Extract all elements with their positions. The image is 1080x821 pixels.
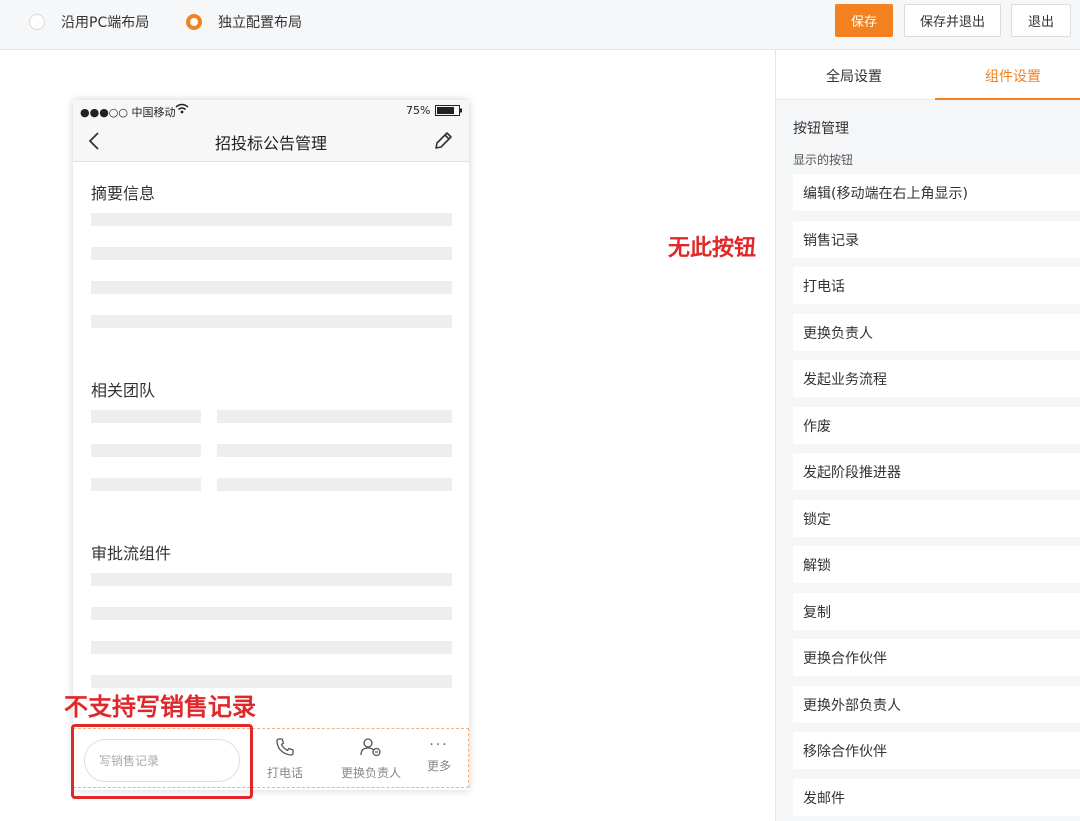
carrier-text: ●●●○○ 中国移动: [80, 106, 176, 119]
skeleton-line: [91, 607, 452, 620]
button-list-item[interactable]: 复制: [793, 593, 1080, 630]
exit-button[interactable]: 退出: [1011, 4, 1071, 37]
tab-component-settings[interactable]: 组件设置: [985, 66, 1041, 86]
save-button[interactable]: 保存: [835, 4, 893, 37]
skeleton-line: [91, 573, 452, 586]
settings-panel: 全局设置 组件设置 按钮管理 显示的按钮 编辑(移动端在右上角显示) 销售记录打电…: [775, 50, 1080, 821]
radio-checked-icon: [186, 14, 202, 30]
skeleton-line: [91, 247, 452, 260]
save-and-exit-button[interactable]: 保存并退出: [904, 4, 1001, 37]
section-title-approval: 审批流组件: [91, 544, 172, 563]
annotation-no-button: 无此按钮: [668, 236, 757, 261]
radio-use-pc-layout[interactable]: 沿用PC端布局: [29, 12, 149, 32]
shown-buttons-label: 显示的按钮: [793, 153, 854, 167]
action-label: 更多: [427, 759, 452, 773]
button-list-item[interactable]: 发起业务流程: [793, 360, 1080, 397]
radio-label: 沿用PC端布局: [61, 15, 150, 31]
action-label: 更换负责人: [341, 766, 402, 780]
skeleton-line: [91, 410, 201, 423]
page-title: 招投标公告管理: [214, 134, 327, 153]
button-list-item[interactable]: 编辑(移动端在右上角显示): [793, 174, 1080, 211]
battery-text: 75%: [406, 104, 431, 117]
skeleton-line: [91, 315, 452, 328]
radio-independent-layout[interactable]: 独立配置布局: [186, 12, 302, 32]
action-change-owner[interactable]: 更换负责人: [341, 737, 401, 781]
action-more[interactable]: ··· 更多: [427, 737, 451, 774]
button-list-item[interactable]: 销售记录: [793, 221, 1080, 258]
skeleton-line: [91, 641, 452, 654]
status-bar: ●●●○○ 中国移动 75%: [73, 100, 469, 122]
button-list-item[interactable]: 锁定: [793, 500, 1080, 537]
panel-tabs: 全局设置 组件设置: [776, 50, 1080, 100]
change-owner-icon: [360, 737, 382, 764]
wifi-icon: [175, 103, 189, 117]
skeleton-line: [91, 213, 452, 226]
action-label: 打电话: [267, 766, 304, 780]
button-list-item[interactable]: 发起阶段推进器: [793, 453, 1080, 490]
skeleton-line: [217, 410, 452, 423]
button-list-item[interactable]: 更换外部负责人: [793, 686, 1080, 723]
action-call[interactable]: 打电话: [267, 737, 303, 781]
button-list-item[interactable]: 打电话: [793, 267, 1080, 304]
phone-icon: [275, 737, 295, 764]
button-list-item[interactable]: 发邮件: [793, 779, 1080, 816]
top-toolbar: 沿用PC端布局 独立配置布局 保存 保存并退出 退出: [0, 0, 1080, 50]
nav-bar: 招投标公告管理: [73, 122, 469, 162]
section-title-summary: 摘要信息: [91, 184, 156, 203]
section-title-team: 相关团队: [91, 381, 156, 400]
edit-pencil-icon[interactable]: [432, 130, 454, 156]
button-list-item[interactable]: 移除合作伙伴: [793, 732, 1080, 769]
button-management-heading: 按钮管理: [793, 121, 849, 137]
skeleton-line: [91, 281, 452, 294]
annotation-not-supported: 不支持写销售记录: [64, 693, 256, 721]
skeleton-line: [91, 478, 201, 491]
radio-label: 独立配置布局: [218, 15, 302, 31]
tab-global-settings[interactable]: 全局设置: [826, 66, 882, 86]
more-icon: ···: [429, 737, 449, 753]
radio-unchecked-icon: [29, 14, 45, 30]
battery-icon: [435, 105, 463, 119]
skeleton-line: [217, 478, 452, 491]
button-list-item[interactable]: 更换负责人: [793, 314, 1080, 351]
active-tab-indicator: [935, 98, 1080, 100]
button-list-item[interactable]: 更换合作伙伴: [793, 639, 1080, 676]
skeleton-line: [91, 444, 201, 457]
button-list-item[interactable]: 解锁: [793, 546, 1080, 583]
annotation-box-write-record: [71, 724, 253, 799]
skeleton-line: [217, 444, 452, 457]
button-list-item[interactable]: 作废: [793, 407, 1080, 444]
